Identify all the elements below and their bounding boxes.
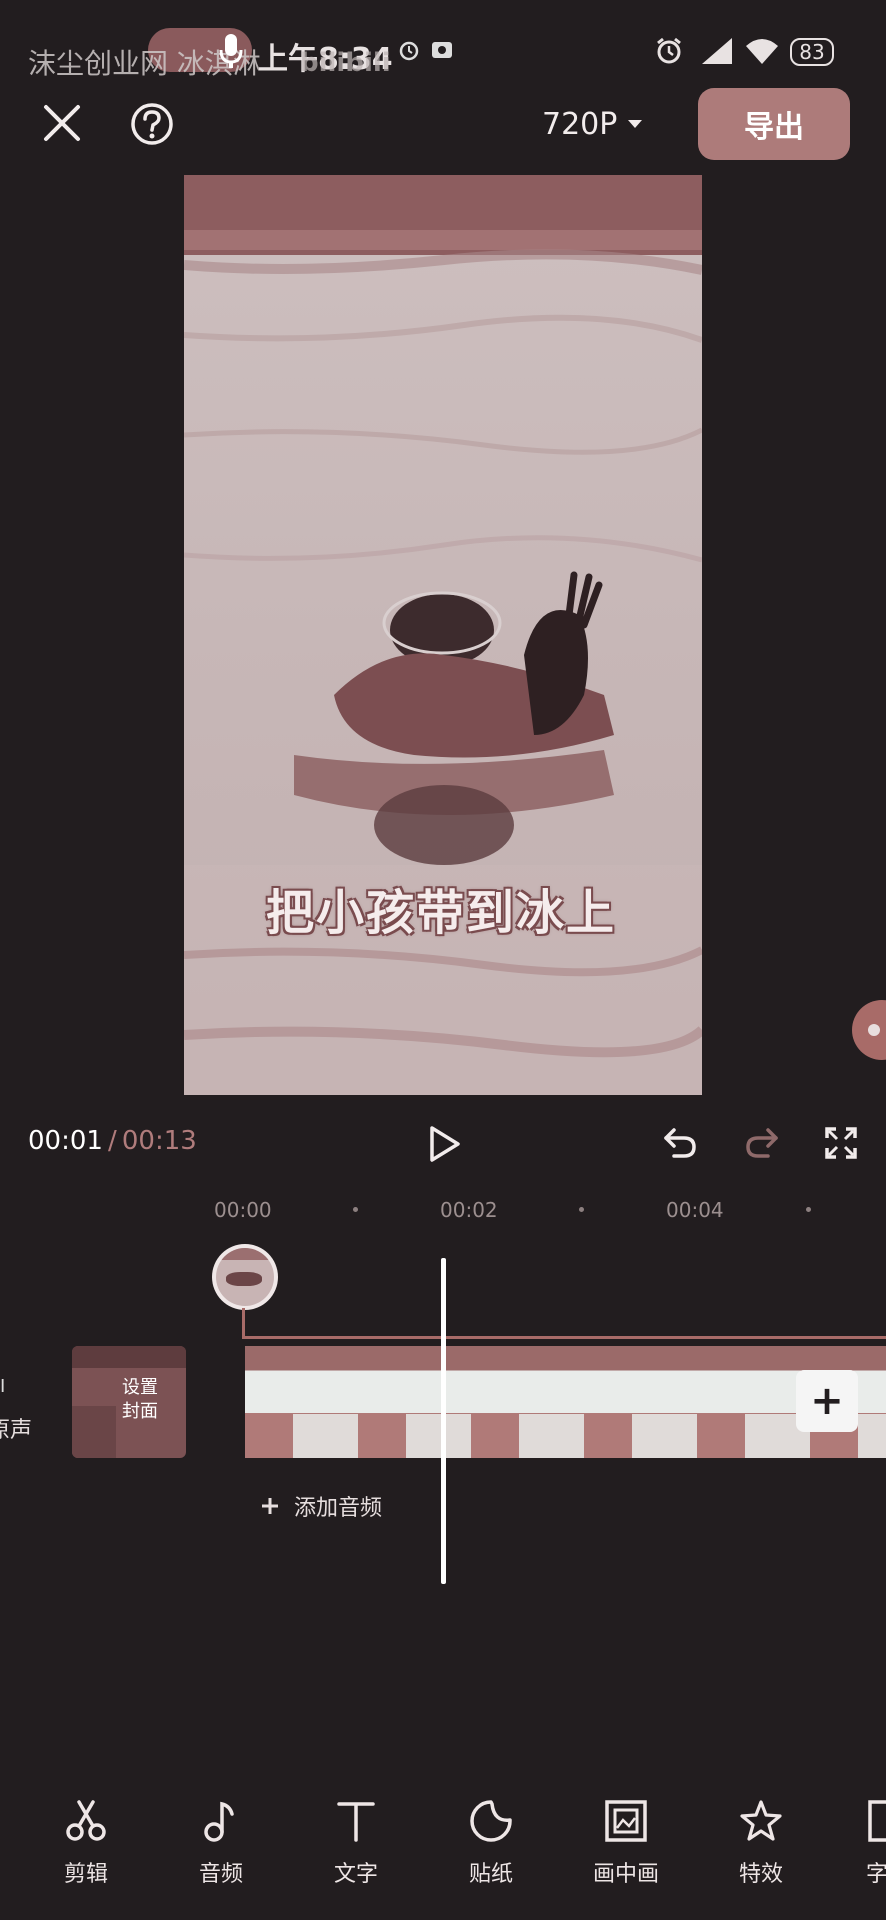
resolution-selector[interactable]: 720P	[542, 104, 643, 144]
video-preview[interactable]: 把小孩带到冰上	[184, 175, 702, 1095]
alarm-icon	[657, 37, 681, 64]
wifi-icon	[746, 39, 778, 64]
add-clip-button[interactable]: +	[796, 1370, 858, 1432]
set-cover-button[interactable]: 设置 封面	[72, 1346, 186, 1458]
signal-icon	[702, 38, 732, 64]
play-icon[interactable]	[428, 1125, 462, 1163]
tool-sticker-label: 贴纸	[468, 1862, 513, 1887]
ruler-tick-1: 00:02	[440, 1198, 498, 1222]
tool-audio-label: 音频	[198, 1862, 243, 1887]
tool-pip[interactable]: 画中画	[566, 1798, 686, 1888]
tool-text[interactable]: 文字	[296, 1798, 416, 1888]
clock-icon	[399, 41, 419, 61]
microphone-icon	[219, 34, 243, 68]
scissors-icon	[66, 1800, 106, 1841]
add-audio-button[interactable]: 添加音频	[260, 1490, 382, 1522]
tool-effects[interactable]: 特效	[701, 1798, 821, 1888]
time-separator: /	[108, 1126, 117, 1156]
redo-icon[interactable]	[744, 1126, 780, 1160]
help-icon[interactable]	[130, 102, 174, 146]
keyframe-marker[interactable]	[212, 1244, 278, 1310]
bilibili-logo: bilibili	[300, 48, 391, 78]
time-display: 00:01 / 00:13	[28, 1126, 197, 1156]
battery-indicator: 83	[790, 38, 834, 66]
tool-caption-label: 字	[866, 1862, 886, 1887]
ruler-dot	[806, 1207, 811, 1212]
undo-icon[interactable]	[662, 1126, 698, 1160]
tool-cut-label: 剪辑	[63, 1862, 108, 1887]
text-icon	[337, 1802, 375, 1842]
original-sound-label[interactable]: 原声	[0, 1412, 32, 1444]
playhead[interactable]	[441, 1258, 446, 1584]
plus-icon	[262, 1498, 278, 1514]
cover-label-line1: 设置	[122, 1377, 158, 1398]
tool-caption[interactable]: 字	[866, 1798, 886, 1888]
export-button[interactable]: 导出	[698, 88, 850, 160]
tool-audio[interactable]: 音频	[161, 1798, 281, 1888]
star-effect-icon	[740, 1800, 782, 1841]
fullscreen-icon[interactable]	[824, 1126, 858, 1160]
cover-label-line2: 封面	[122, 1401, 158, 1422]
picture-in-picture-icon	[605, 1800, 647, 1842]
ruler-dot	[579, 1207, 584, 1212]
chevron-down-icon	[628, 120, 643, 128]
screen-record-icon	[432, 42, 452, 58]
close-icon[interactable]	[42, 103, 82, 143]
ruler-dot	[353, 1207, 358, 1212]
side-float-handle[interactable]	[852, 1000, 886, 1060]
current-time: 00:01	[28, 1126, 103, 1156]
tool-effects-label: 特效	[738, 1862, 783, 1887]
track-mark: I	[0, 1376, 6, 1397]
keyframe-stem	[242, 1308, 245, 1338]
add-audio-label: 添加音频	[294, 1496, 383, 1521]
tool-text-label: 文字	[333, 1862, 378, 1887]
keyframe-line	[242, 1336, 886, 1339]
resolution-label: 720P	[542, 106, 618, 142]
tool-pip-label: 画中画	[592, 1862, 659, 1887]
total-time: 00:13	[121, 1126, 197, 1156]
preview-frame-image	[184, 175, 702, 1095]
sticker-icon	[470, 1800, 512, 1842]
tool-sticker[interactable]: 贴纸	[431, 1798, 551, 1888]
ruler-tick-0: 00:00	[214, 1198, 272, 1222]
caption-icon	[868, 1800, 886, 1842]
tool-cut[interactable]: 剪辑	[26, 1798, 146, 1888]
video-subtitle[interactable]: 把小孩带到冰上	[266, 873, 616, 943]
video-clip-track[interactable]	[245, 1346, 886, 1458]
ruler-tick-2: 00:04	[666, 1198, 724, 1222]
music-note-icon	[204, 1801, 234, 1842]
